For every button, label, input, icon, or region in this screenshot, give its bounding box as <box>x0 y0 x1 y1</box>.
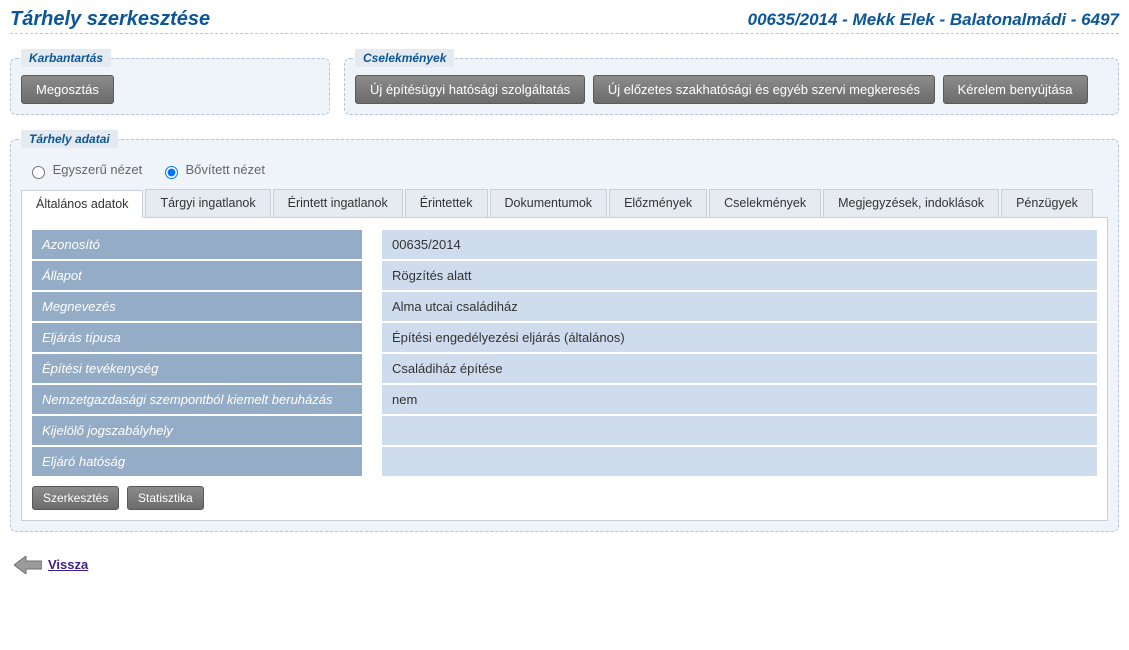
panel-actions: Szerkesztés Statisztika <box>32 486 1097 510</box>
field-value: 00635/2014 <box>382 230 1097 259</box>
tab-erintett_ingatlanok[interactable]: Érintett ingatlanok <box>273 189 403 217</box>
back-link[interactable]: Vissza <box>48 557 88 572</box>
field-label: Kijelölő jogszabályhely <box>32 416 362 445</box>
field-value <box>382 416 1097 445</box>
case-id: 00635/2014 - Mekk Elek - Balatonalmádi -… <box>748 10 1119 30</box>
field-label: Eljáró hatóság <box>32 447 362 476</box>
view-simple-radio[interactable] <box>32 166 45 179</box>
table-row: Azonosító 00635/2014 <box>32 230 1097 259</box>
tabs: Általános adatokTárgyi ingatlanokÉrintet… <box>21 189 1108 218</box>
table-row: Nemzetgazdasági szempontból kiemelt beru… <box>32 385 1097 414</box>
table-row: Megnevezés Alma utcai családiház <box>32 292 1097 321</box>
page-title: Tárhely szerkesztése <box>10 8 210 31</box>
table-row: Kijelölő jogszabályhely <box>32 416 1097 445</box>
back-row: Vissza <box>10 546 1119 594</box>
tarhely-box: Tárhely adatai Egyszerű nézet Bővített n… <box>10 139 1119 532</box>
stats-button[interactable]: Statisztika <box>127 486 204 510</box>
share-button[interactable]: Megosztás <box>21 75 114 104</box>
field-value <box>382 447 1097 476</box>
view-extended-label[interactable]: Bővített nézet <box>160 162 265 177</box>
view-simple-text: Egyszerű nézet <box>53 162 143 177</box>
tab-cselekmenyek[interactable]: Cselekmények <box>709 189 821 217</box>
tab-panel-altalanos: Azonosító 00635/2014 Állapot Rögzítés alatt… <box>21 218 1108 521</box>
field-value: Rögzítés alatt <box>382 261 1097 290</box>
tab-targyi[interactable]: Tárgyi ingatlanok <box>145 189 270 217</box>
back-arrow-icon[interactable] <box>14 556 42 574</box>
cselekmenyek-legend: Cselekmények <box>355 49 454 67</box>
details-table: Azonosító 00635/2014 Állapot Rögzítés alatt… <box>32 228 1097 478</box>
field-label: Azonosító <box>32 230 362 259</box>
field-value: Építési engedélyezési eljárás (általános… <box>382 323 1097 352</box>
field-label: Állapot <box>32 261 362 290</box>
view-extended-radio[interactable] <box>165 166 178 179</box>
field-value: nem <box>382 385 1097 414</box>
view-simple-label[interactable]: Egyszerű nézet <box>27 162 146 177</box>
karbantartas-legend: Karbantartás <box>21 49 111 67</box>
new-service-button[interactable]: Új építésügyi hatósági szolgáltatás <box>355 75 585 104</box>
submit-request-button[interactable]: Kérelem benyújtása <box>943 75 1088 104</box>
field-label: Nemzetgazdasági szempontból kiemelt beru… <box>32 385 362 414</box>
page-header: Tárhely szerkesztése 00635/2014 - Mekk E… <box>10 0 1119 34</box>
tab-penzugyek[interactable]: Pénzügyek <box>1001 189 1093 217</box>
field-label: Eljárás típusa <box>32 323 362 352</box>
view-toggle-row: Egyszerű nézet Bővített nézet <box>21 156 1108 189</box>
table-row: Eljárás típusa Építési engedélyezési eljá… <box>32 323 1097 352</box>
tab-altalanos[interactable]: Általános adatok <box>21 190 143 218</box>
field-value: Alma utcai családiház <box>382 292 1097 321</box>
table-row: Építési tevékenység Családiház építése <box>32 354 1097 383</box>
view-extended-text: Bővített nézet <box>185 162 265 177</box>
new-inquiry-button[interactable]: Új előzetes szakhatósági és egyéb szervi… <box>593 75 935 104</box>
table-row: Állapot Rögzítés alatt <box>32 261 1097 290</box>
tab-megjegyzesek[interactable]: Megjegyzések, indoklások <box>823 189 999 217</box>
table-row: Eljáró hatóság <box>32 447 1097 476</box>
tab-erintettek[interactable]: Érintettek <box>405 189 488 217</box>
tab-dokumentumok[interactable]: Dokumentumok <box>490 189 608 217</box>
karbantartas-box: Karbantartás Megosztás <box>10 58 330 115</box>
cselekmenyek-box: Cselekmények Új építésügyi hatósági szol… <box>344 58 1119 115</box>
edit-button[interactable]: Szerkesztés <box>32 486 119 510</box>
tab-elozmenyek[interactable]: Előzmények <box>609 189 707 217</box>
field-label: Építési tevékenység <box>32 354 362 383</box>
field-value: Családiház építése <box>382 354 1097 383</box>
tarhely-legend: Tárhely adatai <box>21 130 118 148</box>
field-label: Megnevezés <box>32 292 362 321</box>
